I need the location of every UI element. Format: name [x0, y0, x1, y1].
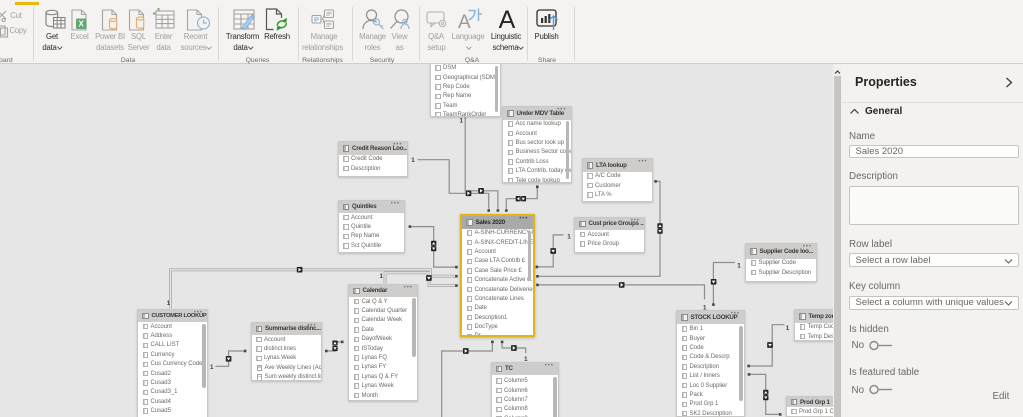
svg-text:X: X	[79, 20, 85, 29]
svg-text:1: 1	[737, 263, 741, 270]
svg-text:1: 1	[567, 234, 571, 241]
svg-text:1: 1	[460, 118, 464, 125]
svg-text:1: 1	[786, 325, 790, 332]
svg-text:1: 1	[210, 364, 214, 371]
svg-text:1: 1	[167, 300, 171, 307]
svg-text:1: 1	[380, 273, 384, 280]
svg-text:1: 1	[411, 157, 415, 164]
svg-text:A: A	[499, 6, 516, 31]
svg-text:A: A	[458, 12, 471, 30]
